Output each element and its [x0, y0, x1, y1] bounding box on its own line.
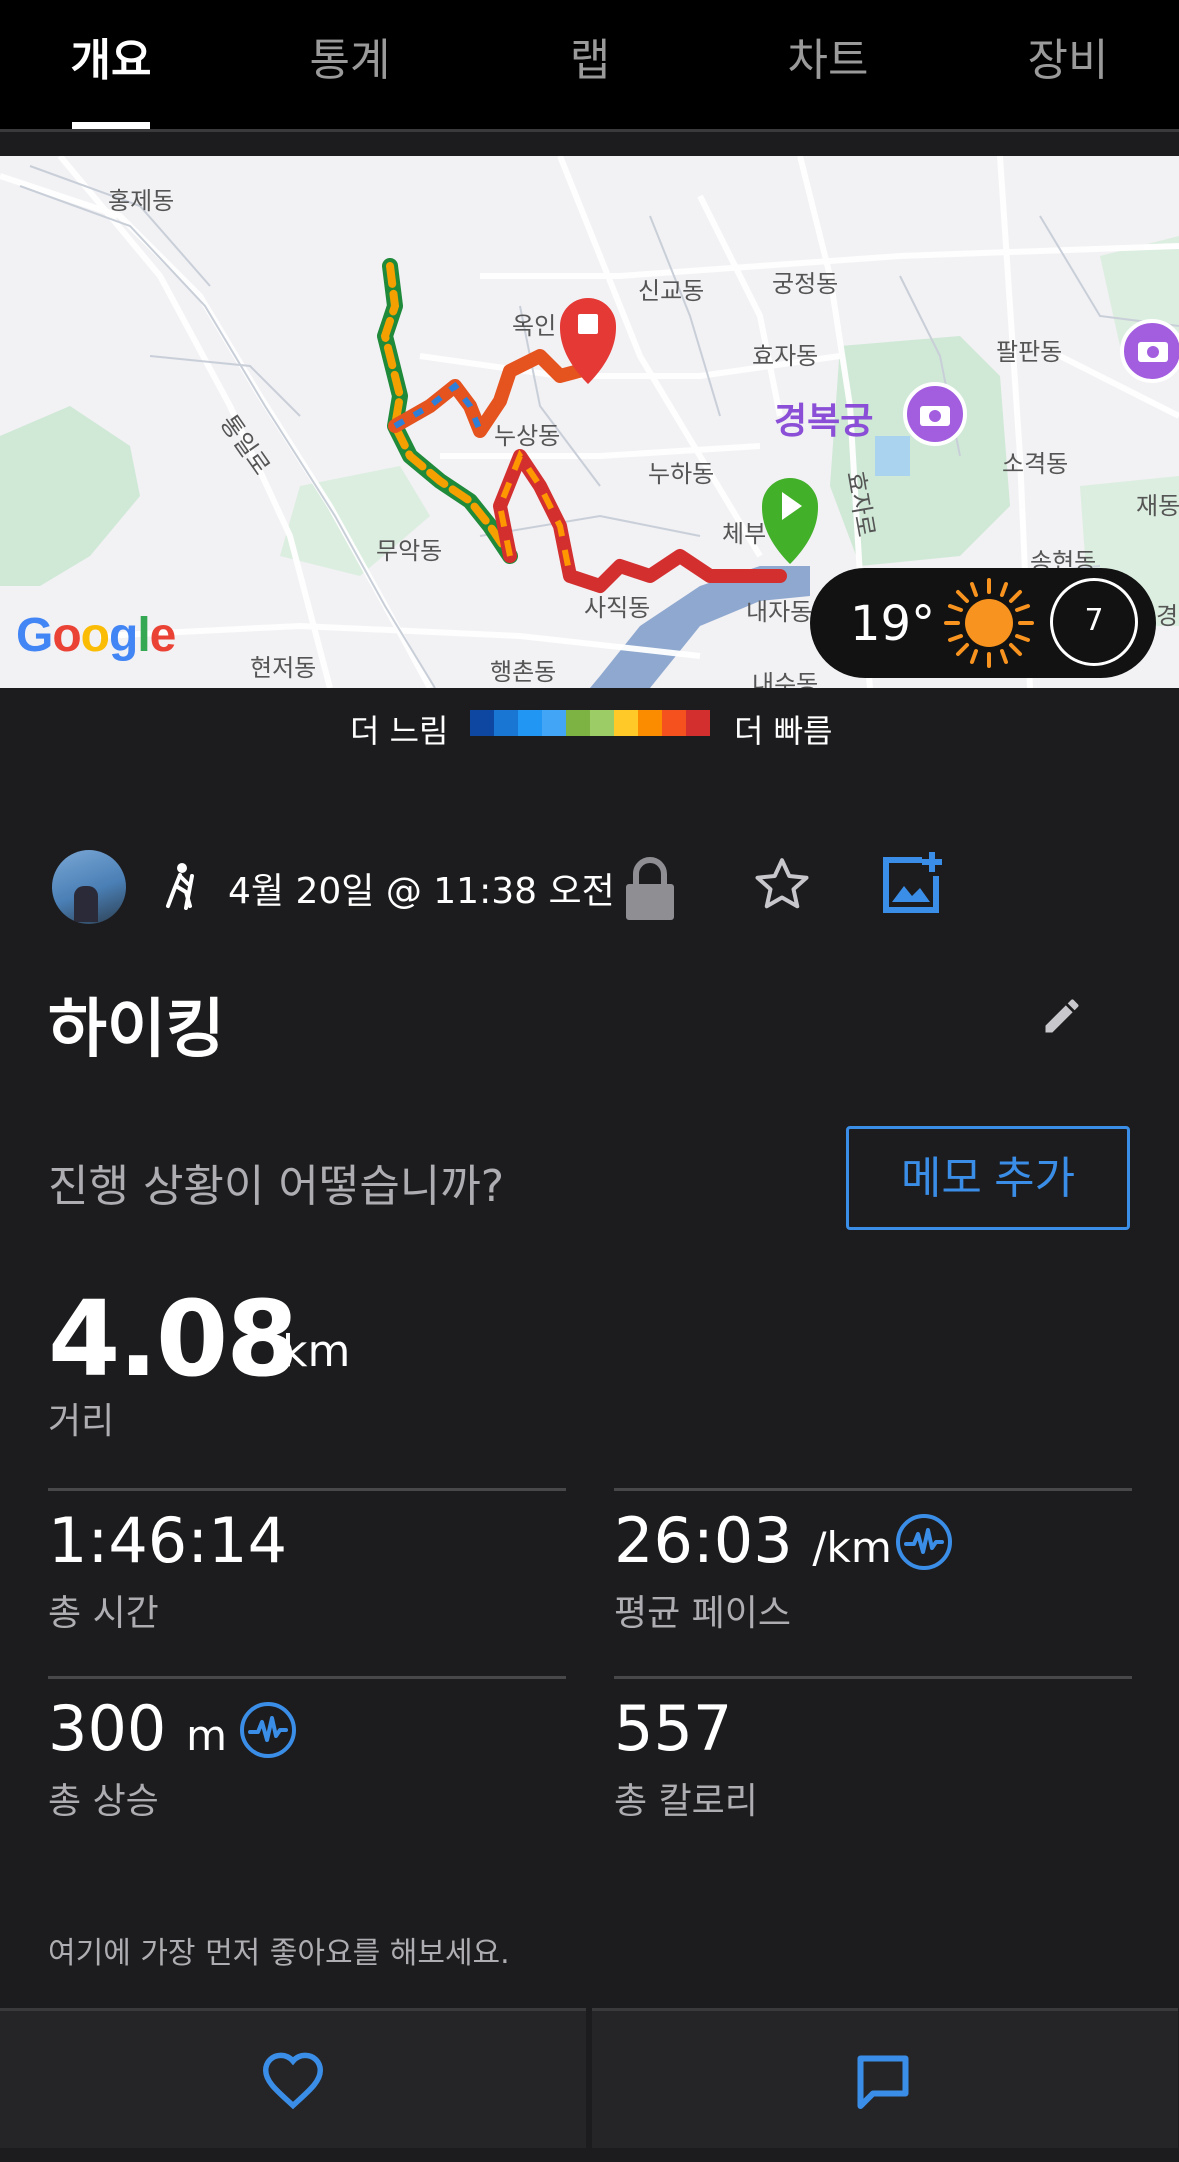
speed-legend: 더 느림 더 빠름	[0, 700, 1179, 750]
total-ascent-label: 총 상승	[48, 1781, 159, 1822]
legend-color-swatch	[590, 710, 614, 736]
total-time-value: 1:46:14	[48, 1504, 288, 1577]
active-tab-indicator	[72, 122, 150, 129]
map-label: 소격동	[1002, 450, 1069, 478]
star-icon[interactable]	[752, 854, 812, 914]
distance-label: 거리	[48, 1401, 115, 1442]
legend-color-swatch	[542, 710, 566, 736]
map-label: 체부	[722, 520, 767, 548]
wind-speed: 7	[1084, 603, 1104, 638]
divider	[48, 1676, 566, 1679]
map-label: 궁정동	[772, 270, 839, 298]
map-label: 팔판동	[996, 338, 1063, 366]
divider	[48, 1488, 566, 1491]
legend-color-swatch	[638, 710, 662, 736]
map-label: 경	[1156, 602, 1179, 630]
total-ascent-value: 300	[48, 1692, 167, 1765]
avg-pace-stat: 26:03 /km	[614, 1504, 892, 1577]
map-label: 옥인	[512, 312, 557, 340]
avg-pace-value: 26:03	[614, 1504, 793, 1577]
legend-color-swatch	[518, 710, 542, 736]
like-prompt: 여기에 가장 먼저 좋아요를 해보세요.	[48, 1936, 510, 1971]
map-label: 내수동	[752, 670, 819, 688]
comment-button[interactable]	[592, 2008, 1178, 2148]
wind-indicator: 7	[1050, 578, 1138, 666]
total-ascent-unit: m	[186, 1711, 227, 1760]
heart-icon	[262, 2052, 324, 2110]
tab-bar: 개요 통계 랩 차트 장비	[0, 0, 1179, 130]
distance-value: 4.08	[48, 1278, 299, 1400]
map-label: 무악동	[376, 537, 443, 565]
legend-color-swatch	[470, 710, 494, 736]
map-label: 홍제동	[108, 187, 175, 215]
map-label: 누상동	[494, 422, 561, 450]
activity-meta-row: 4월 20일 @ 11:38 오전	[0, 840, 1179, 940]
activity-date: 4월 20일 @ 11:38 오전	[228, 871, 615, 912]
activity-title: 하이킹	[48, 993, 225, 1067]
tab-charts[interactable]: 차트	[788, 24, 869, 88]
hiking-icon	[166, 863, 194, 910]
map-label-palace: 경복궁	[774, 401, 874, 442]
tab-stats[interactable]: 통계	[310, 24, 391, 88]
tab-gear[interactable]: 장비	[1028, 24, 1109, 88]
legend-gradient	[470, 710, 710, 736]
legend-slow-label: 더 느림	[350, 712, 449, 750]
google-logo: Google	[16, 609, 176, 662]
legend-color-swatch	[686, 710, 710, 736]
add-memo-button[interactable]: 메모 추가	[846, 1126, 1130, 1230]
progress-prompt: 진행 상황이 어떻습니까?	[48, 1161, 505, 1212]
total-ascent-stat: 300 m	[48, 1692, 227, 1765]
sun-icon	[944, 578, 1034, 668]
pace-chart-icon[interactable]	[894, 1512, 954, 1572]
calories-value: 557	[614, 1692, 733, 1765]
map-label: 현저동	[250, 654, 317, 682]
map-label: 행촌동	[490, 658, 557, 686]
avg-pace-label: 평균 페이스	[614, 1593, 792, 1634]
comment-icon	[857, 2055, 909, 2109]
temperature: 19°	[850, 596, 936, 652]
calories-label: 총 칼로리	[614, 1781, 758, 1822]
add-photo-icon[interactable]	[880, 852, 944, 916]
like-button[interactable]	[0, 2008, 586, 2148]
edit-pencil-icon[interactable]	[1040, 994, 1084, 1038]
divider	[614, 1488, 1132, 1491]
map-label: 누하동	[648, 460, 715, 488]
legend-color-swatch	[494, 710, 518, 736]
distance-unit: km	[282, 1326, 351, 1377]
map-label: 재동	[1136, 492, 1179, 520]
footer-actions	[0, 2008, 1179, 2148]
map-label: 효자동	[752, 342, 819, 370]
divider	[614, 1676, 1132, 1679]
legend-color-swatch	[662, 710, 686, 736]
total-time-label: 총 시간	[48, 1593, 159, 1634]
map-label: 내자동	[746, 598, 813, 626]
route-map[interactable]: 홍제동 신교동 궁정동 옥인 효자동 팔판동 통일로 누상동 경복궁 누하동 소…	[0, 156, 1179, 688]
legend-fast-label: 더 빠름	[734, 712, 833, 750]
map-label: 신교동	[638, 277, 705, 305]
lock-icon[interactable]	[624, 856, 676, 922]
legend-color-swatch	[566, 710, 590, 736]
spacer	[0, 132, 1179, 156]
avatar[interactable]	[52, 850, 126, 924]
legend-color-swatch	[614, 710, 638, 736]
weather-badge: 19° 7	[810, 568, 1156, 678]
tab-laps[interactable]: 랩	[570, 24, 610, 88]
elevation-chart-icon[interactable]	[238, 1700, 298, 1760]
avg-pace-unit: /km	[812, 1523, 892, 1572]
tab-overview[interactable]: 개요	[71, 24, 152, 88]
map-label: 사직동	[584, 594, 651, 622]
